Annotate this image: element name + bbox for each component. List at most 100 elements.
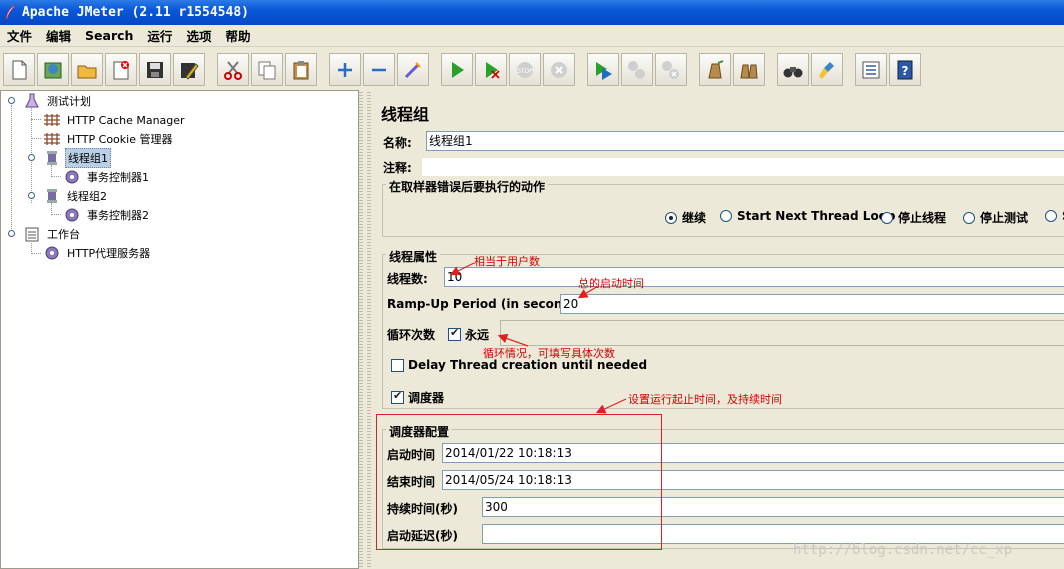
- clipboard-icon: [23, 226, 41, 242]
- expand-icon: [338, 62, 352, 77]
- radio-stop-thread[interactable]: 停止线程: [881, 209, 946, 226]
- radio-button: [720, 210, 732, 222]
- checkbox: [448, 326, 461, 341]
- search-icon: [783, 66, 803, 77]
- tree-node-transaction-controller-1[interactable]: 事务控制器1: [63, 168, 151, 186]
- cut-button[interactable]: [217, 53, 249, 86]
- checkbox: [391, 389, 404, 404]
- toggle-icon: [404, 61, 421, 78]
- panel-heading: 线程组: [381, 105, 430, 124]
- start-button[interactable]: [441, 53, 473, 86]
- spool-icon: [43, 188, 61, 204]
- comment-input[interactable]: [421, 157, 1064, 177]
- scheduler-checkbox[interactable]: 调度器: [391, 389, 444, 406]
- flask-icon: [23, 93, 41, 109]
- expand-button[interactable]: [329, 53, 361, 86]
- tree-node-test-plan[interactable]: 测试计划: [23, 92, 93, 110]
- copy-button[interactable]: [251, 53, 283, 86]
- radio-button: [665, 211, 677, 224]
- cut-icon: [224, 60, 242, 80]
- toggle-button[interactable]: [397, 53, 429, 86]
- radio-button: [1045, 210, 1057, 222]
- help-icon: ?: [897, 60, 913, 79]
- radio-stop-test[interactable]: 停止测试: [963, 209, 1028, 226]
- menu-file[interactable]: 文件: [0, 26, 39, 45]
- rampup-input[interactable]: 20: [560, 294, 1064, 314]
- menu-help[interactable]: 帮助: [218, 26, 257, 45]
- function-helper-button[interactable]: [855, 53, 887, 86]
- tree-node-cache-manager[interactable]: HTTP Cache Manager: [43, 111, 187, 129]
- config-element-icon: [43, 131, 61, 147]
- menu-edit[interactable]: 编辑: [39, 26, 78, 45]
- collapse-handle[interactable]: [7, 229, 16, 238]
- menu-options[interactable]: 选项: [179, 26, 218, 45]
- forever-checkbox[interactable]: 永远: [448, 326, 489, 343]
- menu-run[interactable]: 运行: [140, 26, 179, 45]
- annotation-loop: 循环情况，可填写具体次数: [483, 347, 615, 360]
- config-element-icon: [43, 112, 61, 128]
- svg-text:?: ?: [902, 64, 909, 78]
- title-bar: Apache JMeter (2.11 r1554548): [0, 0, 1064, 25]
- annotation-threads: 相当于用户数: [474, 255, 540, 268]
- search-button[interactable]: [777, 53, 809, 86]
- save-as-button[interactable]: [173, 53, 205, 86]
- help-button[interactable]: ?: [889, 53, 921, 86]
- save-icon: [147, 61, 163, 78]
- clear-all-button[interactable]: [733, 53, 765, 86]
- window-title: Apache JMeter (2.11 r1554548): [22, 5, 249, 20]
- reset-search-button[interactable]: [811, 53, 843, 86]
- gear-icon: [63, 169, 81, 185]
- radio-button: [881, 211, 893, 224]
- radio-continue[interactable]: 继续: [665, 209, 706, 226]
- shutdown-button[interactable]: [543, 53, 575, 86]
- tree-node-cookie-manager[interactable]: HTTP Cookie 管理器: [43, 130, 174, 148]
- templates-button[interactable]: [37, 53, 69, 86]
- remote-start-button[interactable]: [587, 53, 619, 86]
- collapse-handle[interactable]: [27, 153, 36, 162]
- remote-shutdown-button[interactable]: [655, 53, 687, 86]
- new-icon: [12, 60, 27, 79]
- radio-start-next-loop[interactable]: Start Next Thread Loop: [720, 209, 896, 223]
- collapse-button[interactable]: [363, 53, 395, 86]
- paste-icon: [293, 60, 309, 79]
- name-input[interactable]: 线程组1: [426, 131, 1064, 151]
- clear-button[interactable]: [699, 53, 731, 86]
- remote-stop-button[interactable]: [621, 53, 653, 86]
- test-plan-tree[interactable]: 测试计划 HTTP Cache Manager HTTP Cookie 管理器 …: [0, 90, 359, 569]
- radio-stop-test-now[interactable]: S: [1045, 209, 1064, 223]
- tree-node-thread-group-2[interactable]: 线程组2: [43, 187, 109, 205]
- threads-input[interactable]: 10: [444, 267, 1064, 287]
- tree-node-workbench[interactable]: 工作台: [23, 225, 82, 243]
- collapse-icon: [372, 68, 386, 71]
- remote-stop-icon: [628, 60, 645, 79]
- collapse-handle[interactable]: [27, 191, 36, 200]
- start-icon: [452, 61, 464, 78]
- copy-icon: [258, 61, 276, 79]
- start-no-pause-button[interactable]: [475, 53, 507, 86]
- save-button[interactable]: [139, 53, 171, 86]
- svg-text:STOP: STOP: [517, 68, 533, 75]
- loop-count-input[interactable]: [500, 320, 1064, 346]
- tree-node-http-proxy[interactable]: HTTP代理服务器: [43, 244, 152, 262]
- paste-button[interactable]: [285, 53, 317, 86]
- thread-properties-title: 线程属性: [386, 248, 441, 265]
- new-button[interactable]: [3, 53, 35, 86]
- tree-node-transaction-controller-2[interactable]: 事务控制器2: [63, 206, 151, 224]
- remote-shutdown-icon: [662, 60, 679, 79]
- stop-button[interactable]: STOP: [509, 53, 541, 86]
- collapse-handle[interactable]: [7, 96, 16, 105]
- save-as-icon: [181, 62, 199, 80]
- loop-count-label: 循环次数: [387, 328, 436, 342]
- split-pane-divider[interactable]: [359, 90, 371, 569]
- name-label: 名称:: [383, 136, 412, 150]
- clear-all-icon: [740, 64, 758, 78]
- rampup-label: Ramp-Up Period (in seconds):: [387, 297, 589, 311]
- close-button[interactable]: [105, 53, 137, 86]
- open-icon: [77, 65, 97, 78]
- checkbox: [391, 358, 404, 372]
- tree-node-thread-group-1[interactable]: 线程组1: [43, 148, 111, 168]
- open-button[interactable]: [71, 53, 103, 86]
- jmeter-feather-icon: [5, 4, 17, 20]
- menu-search[interactable]: Search: [78, 28, 140, 43]
- watermark: http://blog.csdn.net/cc_xp: [793, 542, 1013, 558]
